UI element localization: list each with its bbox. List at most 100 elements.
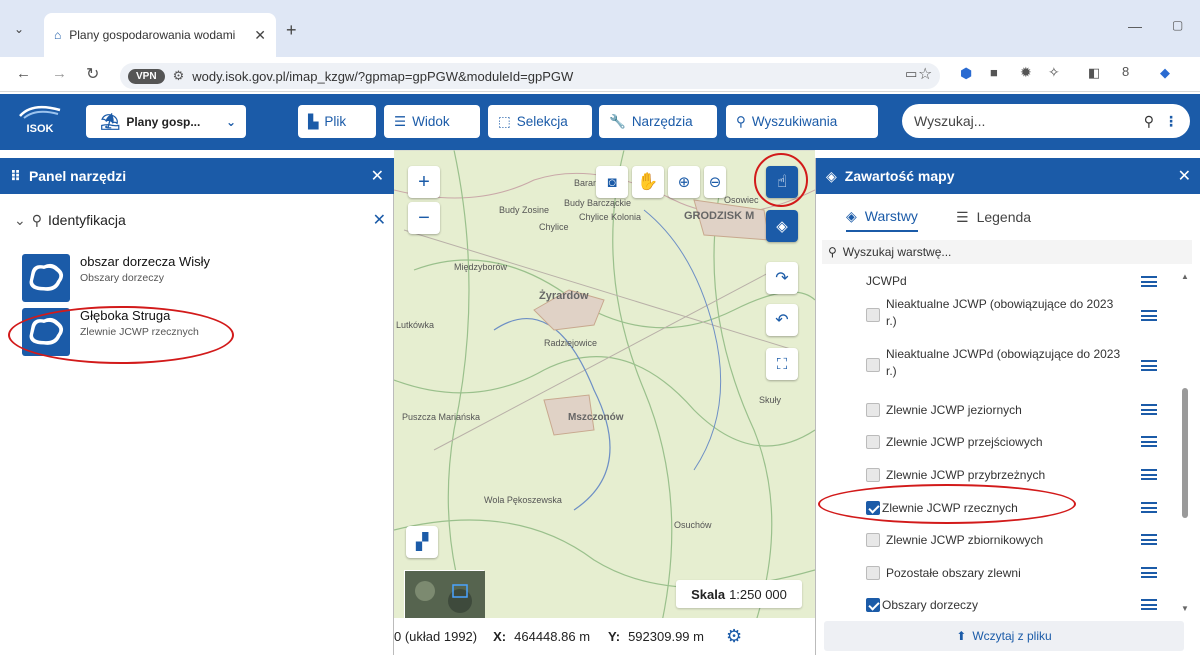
search-icon[interactable]: ⚲ (1144, 113, 1154, 130)
widok-button[interactable]: ☰ Widok (384, 105, 480, 138)
zoom-box-in-button[interactable]: ⊕ (668, 166, 700, 198)
layer-checkbox[interactable] (866, 358, 880, 372)
search-icon: ⚲ (828, 245, 837, 259)
basemap-button[interactable]: ▞ (406, 526, 438, 558)
extension-shield-icon[interactable]: ⬢ (960, 65, 972, 82)
water-module-icon: ⛱ (100, 113, 121, 131)
layer-search-input[interactable]: ⚲ Wyszukaj warstwę... (822, 240, 1192, 264)
zoom-out-button[interactable]: − (408, 202, 440, 234)
more-menu-icon[interactable]: ⋮ (1164, 113, 1178, 130)
zoom-in-button[interactable]: + (408, 166, 440, 198)
identification-section-header[interactable]: ⌄ ⚲ Identyfikacja ✕ (14, 210, 386, 230)
layers-button[interactable]: ◈ (766, 210, 798, 242)
result-item[interactable]: obszar dorzecza Wisły Obszary dorzeczy (22, 254, 322, 302)
layer-row[interactable]: JCWPd (816, 272, 1161, 290)
layer-menu-icon[interactable] (1141, 599, 1157, 610)
minimize-icon[interactable]: — (1128, 18, 1142, 34)
full-extent-button[interactable]: ⛶ (766, 348, 798, 380)
layer-checkbox[interactable] (866, 566, 880, 580)
close-icon[interactable]: ✕ (1178, 166, 1191, 186)
module-select[interactable]: ⛱ Plany gosp... ⌄ (86, 105, 246, 138)
profile-icon[interactable]: 8 (1122, 64, 1129, 79)
layer-menu-icon[interactable] (1141, 534, 1157, 545)
screenshot-button[interactable]: ◙ (596, 166, 628, 198)
layer-row[interactable]: Obszary dorzeczy (816, 591, 1161, 618)
isok-logo[interactable]: ISOK (10, 100, 70, 144)
extension-square-icon[interactable]: ■ (990, 65, 998, 80)
scroll-down-icon[interactable]: ▼ (1181, 604, 1189, 613)
load-from-file-button[interactable]: ⬆ Wczytaj z pliku (824, 621, 1184, 651)
site-settings-icon[interactable]: ⚙ (173, 68, 185, 84)
layer-checkbox[interactable] (866, 308, 880, 322)
tab-layers-label: Warstwy (864, 208, 918, 224)
close-icon[interactable]: ✕ (371, 166, 384, 186)
global-search-input[interactable]: Wyszukaj... ⚲ ⋮ (902, 104, 1190, 138)
close-tab-icon[interactable]: ✕ (254, 27, 266, 44)
omnibox[interactable]: VPN ⚙ wody.isok.gov.pl/imap_kzgw/?gpmap=… (120, 63, 940, 89)
layer-checkbox[interactable] (866, 533, 880, 547)
selekcja-button[interactable]: ⬚ Selekcja (488, 105, 592, 138)
vpn-badge[interactable]: VPN (128, 68, 165, 84)
layer-menu-icon[interactable] (1141, 469, 1157, 480)
layer-row[interactable]: Zlewnie JCWP zbiornikowych (816, 526, 1161, 554)
pan-button[interactable]: ✋ (632, 166, 664, 198)
layers-list: JCWPd Nieaktualne JCWP (obowiązujące do … (816, 268, 1176, 618)
coordinate-system: 0 (układ 1992) (394, 629, 478, 644)
undo-extent-button[interactable]: ↶ (766, 304, 798, 336)
bookmark-star-icon[interactable]: ☆ (918, 64, 932, 84)
scrollbar-thumb[interactable] (1182, 388, 1188, 518)
tab-legend[interactable]: ☰ Legenda (956, 202, 1031, 232)
layer-row[interactable]: Zlewnie JCWP przejściowych (816, 428, 1161, 456)
url-text[interactable]: wody.isok.gov.pl/imap_kzgw/?gpmap=gpPGW&… (192, 69, 573, 84)
layer-checkbox[interactable] (866, 403, 880, 417)
fullscreen-icon: ⛶ (776, 355, 788, 373)
layer-row[interactable]: Pozostałe obszary zlewni (816, 559, 1161, 587)
new-tab-icon[interactable]: + (286, 20, 297, 41)
restore-window-icon[interactable]: ▢ (1172, 18, 1183, 32)
overview-minimap[interactable] (404, 570, 485, 623)
redo-extent-button[interactable]: ↷ (766, 262, 798, 294)
layer-menu-icon[interactable] (1141, 567, 1157, 578)
wyszukiwania-button[interactable]: ⚲ Wyszukiwania (726, 105, 878, 138)
wyszukiwania-label: Wyszukiwania (751, 114, 838, 129)
layer-row[interactable]: Zlewnie JCWP jeziornych (816, 396, 1161, 424)
forward-icon[interactable]: → (52, 65, 67, 82)
satellite-thumbnail (405, 571, 485, 623)
sidebar-toggle-icon[interactable]: ◧ (1088, 65, 1100, 81)
tab-list-chevron-icon[interactable]: ⌄ (14, 22, 24, 36)
tab-legend-label: Legenda (976, 209, 1032, 225)
layer-row[interactable]: Nieaktualne JCWP (obowiązujące do 2023 r… (816, 296, 1161, 336)
map-canvas[interactable]: Baranów Budy Zosine Budy Barcząckie Osow… (394, 150, 815, 655)
map-content-header: ◈ Zawartość mapy ✕ (816, 158, 1200, 194)
browser-tab[interactable]: ⌂ Plany gospodarowania wodami ✕ (44, 13, 276, 57)
cast-icon[interactable]: ▭ (905, 66, 917, 82)
scroll-up-icon[interactable]: ▲ (1181, 272, 1189, 281)
map-label: Osuchów (674, 520, 712, 530)
identification-title: Identyfikacja (48, 212, 126, 228)
zoom-box-out-button[interactable]: ⊖ (704, 166, 726, 198)
layer-row[interactable]: Nieaktualne JCWPd (obowiązujące do 2023 … (816, 346, 1161, 386)
extension-gear-icon[interactable]: ✹ (1020, 64, 1032, 81)
chevron-down-icon: ⌄ (14, 211, 26, 228)
layer-menu-icon[interactable] (1141, 360, 1157, 371)
layer-menu-icon[interactable] (1141, 404, 1157, 415)
security-shield-icon[interactable]: ◆ (1160, 65, 1170, 81)
settings-gear-icon[interactable]: ⚙ (726, 626, 742, 647)
layer-menu-icon[interactable] (1141, 276, 1157, 287)
layers-scrollbar[interactable]: ▲ ▼ (1178, 268, 1192, 618)
close-identification-icon[interactable]: ✕ (373, 210, 386, 230)
plik-label: Plik (324, 114, 347, 129)
layer-menu-icon[interactable] (1141, 436, 1157, 447)
extensions-puzzle-icon[interactable]: ✧ (1048, 64, 1060, 81)
plik-button[interactable]: ▙ Plik (298, 105, 376, 138)
back-icon[interactable]: ← (16, 65, 31, 82)
highlight-ellipse (754, 153, 808, 207)
reload-icon[interactable]: ↻ (86, 64, 99, 84)
layer-checkbox[interactable] (866, 435, 880, 449)
layer-menu-icon[interactable] (1141, 310, 1157, 321)
narzedzia-button[interactable]: 🔧 Narzędzia (599, 105, 717, 138)
layer-menu-icon[interactable] (1141, 502, 1157, 513)
tab-layers[interactable]: ◈ Warstwy (846, 202, 918, 232)
layer-checkbox[interactable] (866, 468, 880, 482)
layer-checkbox-checked[interactable] (866, 598, 880, 612)
